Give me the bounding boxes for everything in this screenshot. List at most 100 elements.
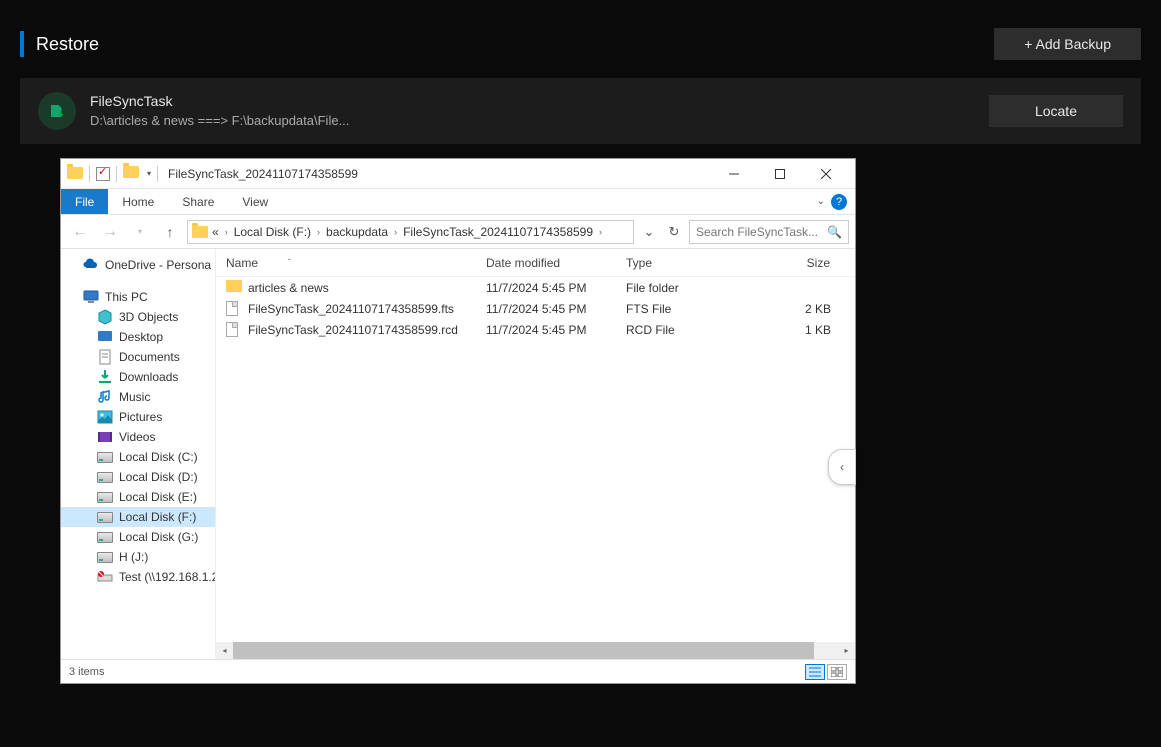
- task-name: FileSyncTask: [90, 92, 989, 112]
- folder-icon: [67, 166, 83, 182]
- nav-item-label: Desktop: [119, 330, 163, 344]
- ribbon-tabs: File Home Share View ⌄ ?: [61, 189, 855, 215]
- nav-item-label: 3D Objects: [119, 310, 178, 324]
- scroll-left-button[interactable]: ◂: [216, 642, 233, 659]
- downloads-icon: [97, 369, 113, 385]
- nav-item-label: Local Disk (G:): [119, 530, 198, 544]
- window-title: FileSyncTask_20241107174358599: [168, 167, 358, 181]
- column-header-size[interactable]: Size: [734, 249, 855, 276]
- backup-task-row[interactable]: FileSyncTask D:\articles & news ===> F:\…: [20, 78, 1141, 144]
- nav-forward-button[interactable]: →: [97, 219, 123, 245]
- file-name: FileSyncTask_20241107174358599.fts: [248, 302, 454, 316]
- tab-share[interactable]: Share: [168, 189, 228, 214]
- column-header-type[interactable]: Type: [616, 249, 734, 276]
- sync-icon: [38, 92, 76, 130]
- nav-tree-item[interactable]: Local Disk (C:): [61, 447, 215, 467]
- file-date: 11/7/2024 5:45 PM: [476, 281, 616, 295]
- nav-up-button[interactable]: ↑: [157, 219, 183, 245]
- search-icon[interactable]: 🔍: [827, 225, 842, 239]
- navigation-pane[interactable]: OneDrive - Persona This PC 3D Objects Deskt…: [61, 249, 216, 659]
- window-titlebar[interactable]: ▾ FileSyncTask_20241107174358599: [61, 159, 855, 189]
- breadcrumb-dropdown-button[interactable]: ⌄: [638, 221, 660, 243]
- separator: [89, 166, 90, 182]
- disk-icon: [97, 469, 113, 485]
- chevron-right-icon[interactable]: ›: [597, 227, 604, 237]
- nav-tree-item[interactable]: Videos: [61, 427, 215, 447]
- chevron-right-icon[interactable]: ›: [315, 227, 322, 237]
- column-header-date[interactable]: Date modified: [476, 249, 616, 276]
- nav-tree-item[interactable]: Downloads: [61, 367, 215, 387]
- nav-item-label: Videos: [119, 430, 155, 444]
- task-path: D:\articles & news ===> F:\backupdata\Fi…: [90, 112, 989, 130]
- horizontal-scrollbar[interactable]: ◂ ▸: [216, 642, 855, 659]
- help-icon[interactable]: ?: [831, 194, 847, 210]
- file-row[interactable]: FileSyncTask_20241107174358599.rcd11/7/2…: [216, 319, 855, 340]
- nav-tree-item[interactable]: 3D Objects: [61, 307, 215, 327]
- disk-icon: [97, 509, 113, 525]
- nav-recent-dropdown[interactable]: ▾: [127, 219, 153, 245]
- maximize-button[interactable]: [757, 159, 803, 189]
- side-panel-toggle[interactable]: ‹: [828, 449, 856, 485]
- address-bar: ← → ▾ ↑ « › Local Disk (F:) › backupdata…: [61, 215, 855, 249]
- breadcrumb-segment[interactable]: Local Disk (F:): [230, 225, 315, 239]
- nav-tree-item[interactable]: Local Disk (D:): [61, 467, 215, 487]
- file-type: RCD File: [616, 323, 734, 337]
- breadcrumb-segment[interactable]: FileSyncTask_20241107174358599: [399, 225, 597, 239]
- nav-tree-item[interactable]: Documents: [61, 347, 215, 367]
- nav-tree-item[interactable]: Music: [61, 387, 215, 407]
- chevron-right-icon[interactable]: ›: [223, 227, 230, 237]
- pictures-icon: [97, 409, 113, 425]
- header-accent: [20, 31, 24, 57]
- nav-item-label: This PC: [105, 290, 148, 304]
- nav-tree-item[interactable]: Desktop: [61, 327, 215, 347]
- thispc-icon: [83, 289, 99, 305]
- close-button[interactable]: [803, 159, 849, 189]
- locate-button[interactable]: Locate: [989, 95, 1123, 127]
- nav-tree-item[interactable]: Local Disk (G:): [61, 527, 215, 547]
- search-box[interactable]: 🔍: [689, 220, 849, 244]
- file-size: 1 KB: [734, 323, 855, 337]
- file-date: 11/7/2024 5:45 PM: [476, 302, 616, 316]
- nav-tree-item[interactable]: Pictures: [61, 407, 215, 427]
- ribbon-expand-icon[interactable]: ⌄: [817, 196, 825, 207]
- thumbnails-view-button[interactable]: [827, 664, 847, 680]
- quick-access-checkbox-icon[interactable]: [96, 167, 110, 181]
- breadcrumb-overflow[interactable]: «: [208, 225, 223, 239]
- nav-item-label: Local Disk (F:): [119, 510, 196, 524]
- status-text: 3 items: [69, 666, 104, 678]
- tab-home[interactable]: Home: [108, 189, 168, 214]
- status-bar: 3 items: [61, 659, 855, 683]
- chevron-down-icon[interactable]: ▾: [147, 169, 151, 178]
- scroll-right-button[interactable]: ▸: [838, 642, 855, 659]
- tab-view[interactable]: View: [228, 189, 282, 214]
- file-row[interactable]: FileSyncTask_20241107174358599.fts 11/7/2…: [216, 298, 855, 319]
- refresh-button[interactable]: ↻: [663, 221, 685, 243]
- file-explorer-window: ▾ FileSyncTask_20241107174358599 File Ho…: [60, 158, 856, 684]
- nav-tree-item[interactable]: This PC: [61, 287, 215, 307]
- add-backup-button[interactable]: + Add Backup: [994, 28, 1141, 60]
- tab-file[interactable]: File: [61, 189, 108, 214]
- nav-back-button[interactable]: ←: [67, 219, 93, 245]
- file-row[interactable]: articles & news11/7/2024 5:45 PMFile fol…: [216, 277, 855, 298]
- chevron-right-icon[interactable]: ›: [392, 227, 399, 237]
- file-date: 11/7/2024 5:45 PM: [476, 323, 616, 337]
- music-icon: [97, 389, 113, 405]
- scrollbar-thumb[interactable]: [233, 642, 814, 659]
- file-icon: [226, 301, 242, 317]
- column-header-name[interactable]: Nameˆ: [216, 249, 476, 276]
- 3d-icon: [97, 309, 113, 325]
- folder-icon: [226, 280, 242, 296]
- breadcrumb[interactable]: « › Local Disk (F:) › backupdata › FileS…: [187, 220, 634, 244]
- details-view-button[interactable]: [805, 664, 825, 680]
- file-list-pane: Nameˆ Date modified Type Size articles &…: [216, 249, 855, 659]
- nav-tree-item[interactable]: Test (\\192.168.1.2: [61, 567, 215, 587]
- search-input[interactable]: [696, 225, 827, 239]
- minimize-button[interactable]: [711, 159, 757, 189]
- nav-tree-item[interactable]: Local Disk (F:): [61, 507, 215, 527]
- docs-icon: [97, 349, 113, 365]
- file-icon: [226, 322, 242, 338]
- breadcrumb-segment[interactable]: backupdata: [322, 225, 392, 239]
- nav-tree-item[interactable]: OneDrive - Persona: [61, 255, 215, 275]
- nav-tree-item[interactable]: H (J:): [61, 547, 215, 567]
- nav-tree-item[interactable]: Local Disk (E:): [61, 487, 215, 507]
